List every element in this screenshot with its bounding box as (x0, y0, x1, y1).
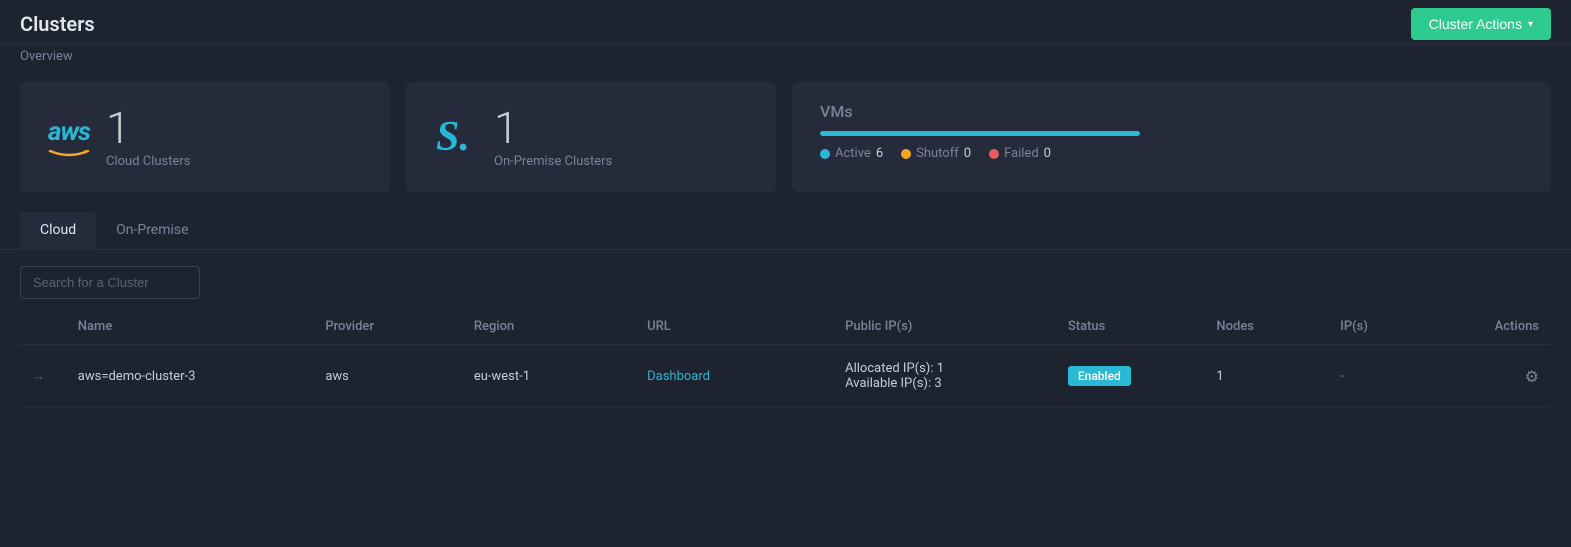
row-name: aws=demo-cluster-3 (66, 345, 314, 408)
vms-title: VMs (820, 102, 853, 121)
shutoff-label: Shutoff (916, 146, 959, 161)
scaleway-logo: S. (434, 112, 478, 162)
shutoff-count: 0 (964, 146, 971, 161)
table-row: → aws=demo-cluster-3 aws eu-west-1 Dashb… (20, 345, 1551, 408)
available-ips: Available IP(s): 3 (845, 376, 1044, 391)
allocated-ips: Allocated IP(s): 1 (845, 361, 1044, 376)
col-url-header: URL (635, 309, 833, 345)
failed-stat: Failed 0 (989, 146, 1051, 161)
col-status-header: Status (1056, 309, 1205, 345)
cloud-clusters-card: aws 1 Cloud Clusters (20, 82, 390, 192)
vms-progress-fill (820, 131, 1140, 136)
onprem-clusters-label: On-Premise Clusters (494, 154, 612, 169)
active-label: Active (835, 146, 871, 161)
summary-cards: aws 1 Cloud Clusters S. 1 On-Premise Clu… (0, 72, 1571, 208)
table-body: → aws=demo-cluster-3 aws eu-west-1 Dashb… (20, 345, 1551, 408)
ips-value: - (1340, 369, 1344, 384)
shutoff-stat: Shutoff 0 (901, 146, 971, 161)
tab-cloud[interactable]: Cloud (20, 212, 96, 250)
vms-card: VMs Active 6 Shutoff 0 Failed 0 (792, 82, 1551, 192)
col-publicip-header: Public IP(s) (833, 309, 1056, 345)
gear-icon[interactable]: ⚙ (1525, 367, 1539, 386)
col-arrow (20, 309, 66, 345)
page-header: Clusters Cluster Actions ▾ (0, 0, 1571, 45)
dashboard-link[interactable]: Dashboard (647, 369, 710, 384)
aws-logo: aws (48, 117, 90, 157)
cloud-clusters-label: Cloud Clusters (106, 154, 191, 169)
row-provider: aws (313, 345, 462, 408)
status-badge: Enabled (1068, 366, 1131, 386)
table-header: Name Provider Region URL Public IP(s) St… (20, 309, 1551, 345)
row-nodes: 1 (1204, 345, 1328, 408)
failed-count: 0 (1044, 146, 1051, 161)
cloud-clusters-info: 1 Cloud Clusters (106, 106, 191, 169)
row-region: eu-west-1 (462, 345, 635, 408)
col-actions-header: Actions (1452, 309, 1551, 345)
cloud-cluster-count: 1 (106, 106, 191, 150)
cluster-actions-button[interactable]: Cluster Actions ▾ (1411, 8, 1551, 40)
row-arrow: → (20, 345, 66, 408)
svg-text:S.: S. (436, 114, 470, 156)
clusters-table: Name Provider Region URL Public IP(s) St… (20, 309, 1551, 408)
search-input[interactable] (20, 266, 200, 299)
onprem-clusters-card: S. 1 On-Premise Clusters (406, 82, 776, 192)
vms-stats: Active 6 Shutoff 0 Failed 0 (820, 146, 1051, 161)
shutoff-dot (901, 149, 911, 159)
clusters-table-container: Name Provider Region URL Public IP(s) St… (0, 309, 1571, 408)
active-dot (820, 149, 830, 159)
search-area (0, 250, 1571, 309)
failed-label: Failed (1004, 146, 1039, 161)
col-name-header: Name (66, 309, 314, 345)
col-nodes-header: Nodes (1204, 309, 1328, 345)
overview-label: Overview (0, 45, 1571, 72)
tabs-bar: Cloud On-Premise (0, 212, 1571, 250)
onprem-clusters-info: 1 On-Premise Clusters (494, 106, 612, 169)
row-public-ips: Allocated IP(s): 1 Available IP(s): 3 (833, 345, 1056, 408)
row-url[interactable]: Dashboard (635, 345, 833, 408)
active-count: 6 (876, 146, 883, 161)
onprem-cluster-count: 1 (494, 106, 612, 150)
aws-text: aws (48, 117, 90, 147)
aws-smile-icon (48, 149, 90, 157)
chevron-down-icon: ▾ (1528, 19, 1533, 30)
row-status: Enabled (1056, 345, 1205, 408)
col-ips-header: IP(s) (1328, 309, 1452, 345)
col-region-header: Region (462, 309, 635, 345)
failed-dot (989, 149, 999, 159)
row-actions: ⚙ (1452, 345, 1551, 408)
row-ips: - (1328, 345, 1452, 408)
tab-onpremise[interactable]: On-Premise (96, 212, 208, 250)
page-title: Clusters (20, 12, 95, 36)
active-stat: Active 6 (820, 146, 883, 161)
vms-progress-bar (820, 131, 1140, 136)
col-provider-header: Provider (313, 309, 462, 345)
